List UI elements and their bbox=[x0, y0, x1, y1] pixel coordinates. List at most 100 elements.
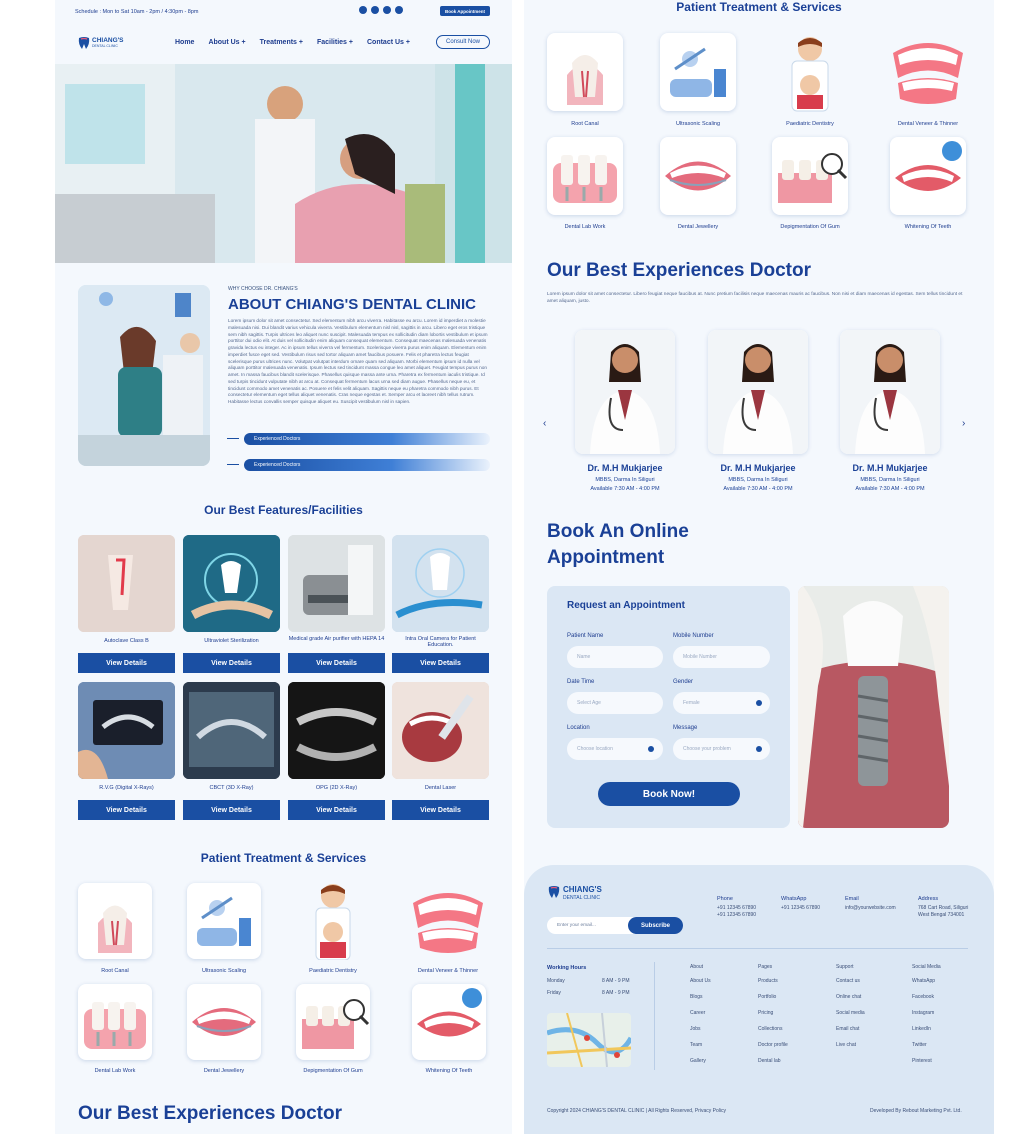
chevron-down-icon bbox=[756, 746, 762, 752]
ultrasonic-scaling-icon[interactable] bbox=[660, 33, 736, 111]
footer-link[interactable]: Jobs bbox=[690, 1026, 701, 1032]
footer-link[interactable]: WhatsApp bbox=[912, 978, 935, 984]
footer-link[interactable]: Online chat bbox=[836, 994, 861, 1000]
phone-1: +91 12345 67890 bbox=[717, 905, 757, 911]
treatment-label: Dental Veneer & Thinner bbox=[417, 968, 479, 974]
feature-label: Intra Oral Camera for Patient Education. bbox=[405, 636, 476, 648]
page: { "topbar":{"schedule":"Schedule : Mon t… bbox=[0, 0, 1024, 1134]
footer-link[interactable]: Social media bbox=[836, 1010, 865, 1016]
nav-treatments[interactable]: Treatments + bbox=[260, 39, 303, 46]
treatments-title-right: Patient Treatment & Services bbox=[676, 0, 842, 14]
instagram-icon[interactable] bbox=[371, 6, 379, 14]
dental-jewellery-icon[interactable] bbox=[660, 137, 736, 215]
logo-icon[interactable] bbox=[547, 884, 561, 900]
footer-link[interactable]: Doctor profile bbox=[758, 1042, 788, 1048]
view-details-button[interactable]: View Details bbox=[78, 800, 175, 820]
doctor-name: Dr. M.H Mukjarjee bbox=[852, 463, 928, 473]
doctors-title: Our Best Experiences Doctor bbox=[547, 260, 811, 281]
about-image bbox=[78, 285, 210, 466]
carousel-next-icon[interactable]: › bbox=[962, 418, 965, 429]
treatment-label: Whitening Of Teeth bbox=[425, 1068, 473, 1074]
footer-link[interactable]: About Us bbox=[690, 978, 711, 984]
consult-now-button[interactable]: Consult Now bbox=[436, 35, 490, 49]
newsletter-email-input[interactable]: Enter your email... bbox=[557, 923, 596, 928]
view-details-button[interactable]: View Details bbox=[183, 653, 280, 673]
footer-link[interactable]: Gallery bbox=[690, 1058, 706, 1064]
logo-icon[interactable] bbox=[77, 36, 91, 50]
map-thumbnail[interactable] bbox=[547, 1013, 631, 1067]
doctor-card[interactable]: Dr. M.H Mukjarjee MBBS, Darma In Siligur… bbox=[575, 330, 675, 500]
depigmentation-gum-icon[interactable] bbox=[772, 137, 848, 215]
footer-link[interactable]: Blogs bbox=[690, 994, 703, 1000]
footer-link[interactable]: LinkedIn bbox=[912, 1026, 931, 1032]
view-details-button[interactable]: View Details bbox=[78, 653, 175, 673]
treatment-label: Paediatric Dentistry bbox=[309, 968, 357, 974]
treatment-label: Dental Jewellery bbox=[677, 224, 719, 230]
nav-home[interactable]: Home bbox=[175, 39, 194, 46]
subscribe-button[interactable]: Subscribe bbox=[628, 917, 683, 934]
root-canal-icon[interactable] bbox=[547, 33, 623, 111]
patient-name-input[interactable]: Name bbox=[567, 646, 663, 668]
paediatric-dentistry-icon[interactable] bbox=[296, 880, 370, 961]
footer-link[interactable]: Twitter bbox=[912, 1042, 927, 1048]
footer-link[interactable]: Instagram bbox=[912, 1010, 934, 1016]
footer-link[interactable]: Career bbox=[690, 1010, 705, 1016]
footer-link[interactable]: Team bbox=[690, 1042, 702, 1048]
book-now-button[interactable]: Book Now! bbox=[598, 782, 740, 806]
treatment-label: Paediatric Dentistry bbox=[786, 121, 834, 127]
nav-about[interactable]: About Us + bbox=[208, 39, 245, 46]
footer-link[interactable]: Pinterest bbox=[912, 1058, 932, 1064]
footer-link[interactable]: Dental lab bbox=[758, 1058, 781, 1064]
about-heading: About bbox=[690, 964, 704, 970]
view-details-button[interactable]: View Details bbox=[392, 800, 489, 820]
dental-jewellery-icon[interactable] bbox=[187, 984, 261, 1060]
footer-link[interactable]: Collections bbox=[758, 1026, 782, 1032]
footer-link[interactable]: Live chat bbox=[836, 1042, 856, 1048]
chevron-down-icon bbox=[756, 700, 762, 706]
date-time-input[interactable]: Select Age bbox=[567, 692, 663, 714]
mobile-number-input[interactable]: Mobile Number bbox=[673, 646, 770, 668]
social-heading: Social Media bbox=[912, 964, 941, 970]
depigmentation-gum-icon[interactable] bbox=[296, 984, 370, 1060]
view-details-button[interactable]: View Details bbox=[183, 800, 280, 820]
nav-contact[interactable]: Contact Us + bbox=[367, 39, 410, 46]
footer-link[interactable]: Facebook bbox=[912, 994, 934, 1000]
nav-facilities[interactable]: Facilities + bbox=[317, 39, 353, 46]
footer-link[interactable]: Portfolio bbox=[758, 994, 776, 1000]
chevron-down-icon bbox=[648, 746, 654, 752]
paediatric-dentistry-icon[interactable] bbox=[772, 33, 848, 113]
dental-veneer-icon[interactable] bbox=[888, 33, 968, 111]
feature-label: R.V.G (Digital X-Rays) bbox=[99, 785, 154, 791]
facebook-icon[interactable] bbox=[395, 6, 403, 14]
view-details-button[interactable]: View Details bbox=[392, 653, 489, 673]
book-appointment-button[interactable]: Book Appointment bbox=[440, 6, 490, 16]
view-details-button[interactable]: View Details bbox=[288, 653, 385, 673]
whitening-teeth-icon[interactable] bbox=[412, 984, 486, 1060]
experienced-doctors-link-1[interactable]: Experienced Doctors bbox=[244, 433, 490, 445]
footer-link[interactable]: Email chat bbox=[836, 1026, 859, 1032]
feature-image-8 bbox=[392, 682, 489, 779]
doctor-card[interactable]: Dr. M.H Mukjarjee MBBS, Darma In Siligur… bbox=[708, 330, 808, 500]
experienced-doctors-link-2[interactable]: Experienced Doctors bbox=[244, 459, 490, 471]
doctor-availability: Available 7:30 AM - 4:00 PM bbox=[723, 486, 793, 492]
dental-veneer-icon[interactable] bbox=[408, 883, 488, 959]
whitening-teeth-icon[interactable] bbox=[890, 137, 966, 215]
root-canal-icon[interactable] bbox=[78, 883, 152, 959]
copyright-text: Copyright 2024 CHIANG'S DENTAL CLINIC | … bbox=[547, 1108, 726, 1114]
youtube-icon[interactable] bbox=[359, 6, 367, 14]
feature-image-4 bbox=[392, 535, 489, 632]
ultrasonic-scaling-icon[interactable] bbox=[187, 883, 261, 959]
footer-link[interactable]: Products bbox=[758, 978, 778, 984]
doctors-heading-left: Our Best Experiences Doctor bbox=[78, 1103, 342, 1124]
form-title: Request an Appointment bbox=[567, 600, 685, 611]
doctor-card[interactable]: Dr. M.H Mukjarjee MBBS, Darma In Siligur… bbox=[840, 330, 940, 500]
friday-label: Friday bbox=[547, 990, 561, 996]
twitter-icon[interactable] bbox=[383, 6, 391, 14]
dental-lab-icon[interactable] bbox=[78, 984, 152, 1060]
carousel-prev-icon[interactable]: ‹ bbox=[543, 418, 546, 429]
footer-link[interactable]: Contact us bbox=[836, 978, 860, 984]
dental-lab-icon[interactable] bbox=[547, 137, 623, 215]
treatment-label: Dental Veneer & Thinner bbox=[897, 121, 959, 127]
footer-link[interactable]: Pricing bbox=[758, 1010, 773, 1016]
view-details-button[interactable]: View Details bbox=[288, 800, 385, 820]
